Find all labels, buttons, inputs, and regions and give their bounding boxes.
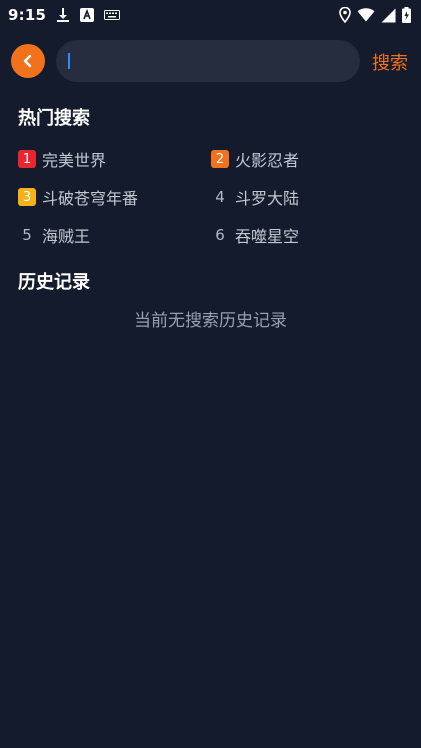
rank-badge: 1 [18,150,36,168]
hot-search-item[interactable]: 5 海贼王 [18,222,90,248]
keyboard-icon [104,9,121,21]
battery-icon [402,7,411,23]
search-input[interactable] [71,50,360,72]
hot-search-item[interactable]: 1 完美世界 [18,146,106,172]
hot-search-label: 斗罗大陆 [235,189,300,208]
history-title: 历史记录 [18,272,90,293]
hot-search-item[interactable]: 4 斗罗大陆 [211,184,299,210]
rank-number: 6 [215,226,225,244]
status-bar: 9:15 [0,0,421,30]
status-time: 9:15 [8,6,47,24]
hot-search-item[interactable]: 2 火影忍者 [211,146,299,172]
chevron-left-icon [21,54,35,68]
location-icon [339,7,351,23]
text-caret [68,53,70,69]
wifi-icon [357,8,375,22]
hot-search-item[interactable]: 6 吞噬星空 [211,222,299,248]
hot-search-label: 斗破苍穹年番 [42,189,139,208]
empty-history-text: 当前无搜索历史记录 [134,311,287,331]
search-button[interactable]: 搜索 [372,49,408,75]
signal-icon [381,8,396,23]
hot-search-label: 火影忍者 [235,151,300,170]
rank-badge: 2 [211,150,229,168]
hot-search-label: 吞噬星空 [235,227,300,246]
search-box[interactable] [56,40,360,82]
rank-number: 4 [215,188,225,206]
search-header: 搜索 [0,38,421,84]
download-icon [56,7,70,23]
hot-search-label: 完美世界 [42,151,107,170]
rank-badge: 3 [18,188,36,206]
status-right [339,7,411,23]
back-button[interactable] [11,44,45,78]
font-icon [80,8,95,22]
rank-number: 5 [22,226,32,244]
status-left: 9:15 [8,6,121,24]
hot-search-title: 热门搜索 [18,108,90,129]
hot-search-label: 海贼王 [42,227,91,246]
hot-search-item[interactable]: 3 斗破苍穹年番 [18,184,138,210]
